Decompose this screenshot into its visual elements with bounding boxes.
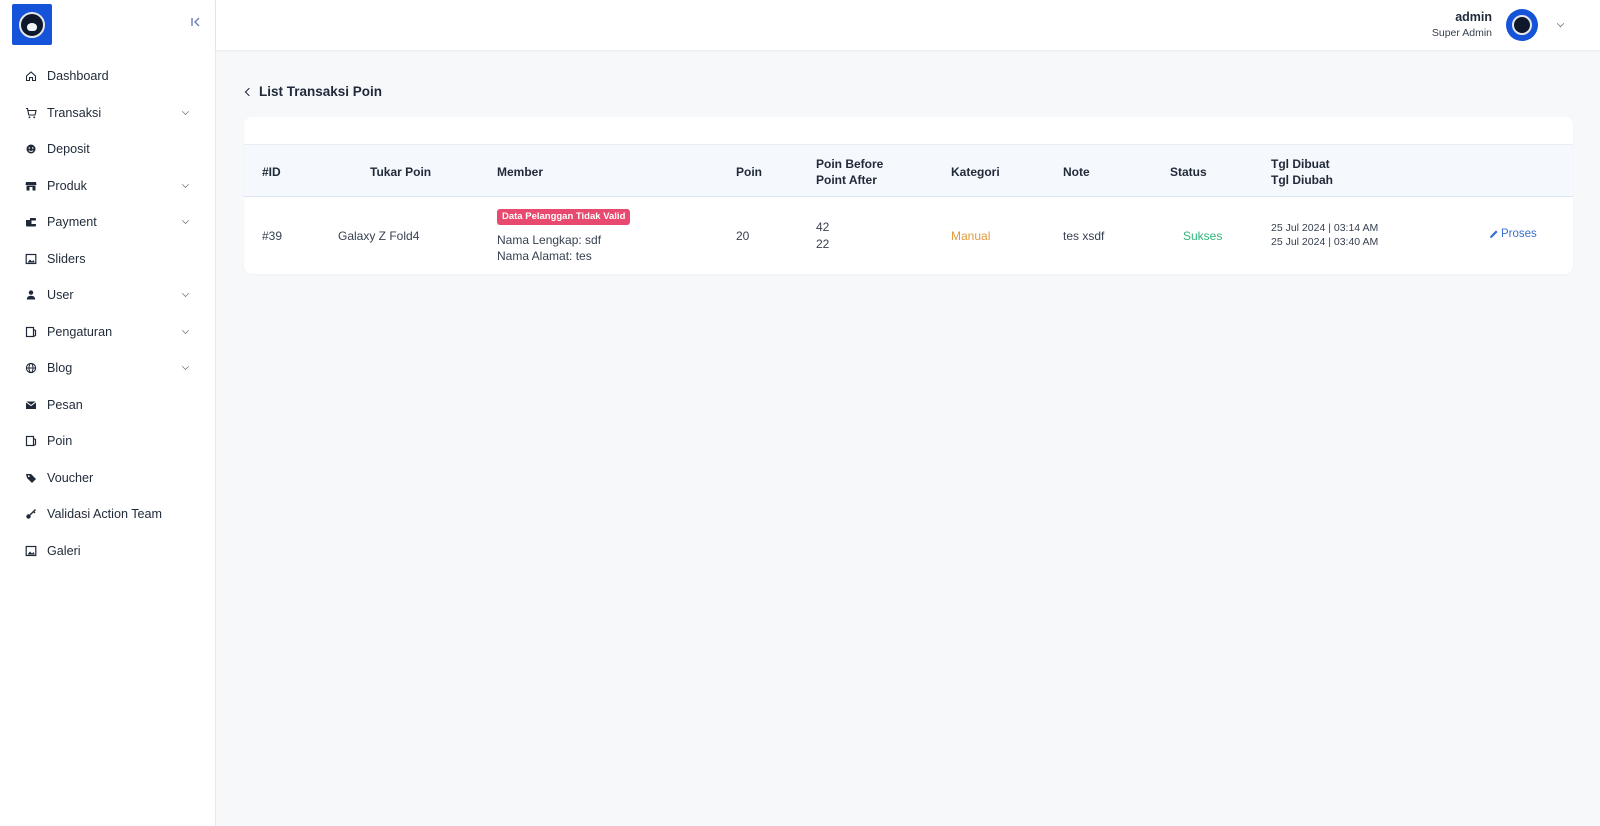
- wallet-icon: [24, 216, 37, 229]
- column-header-kategori: Kategori: [951, 165, 1000, 179]
- sidebar-item-label: Sliders: [47, 251, 86, 266]
- tag-icon: [24, 471, 37, 484]
- transactions-table: #ID Tukar Poin Member Poin Poin Before P…: [244, 117, 1573, 274]
- chevron-left-icon: [244, 87, 254, 97]
- sidebar-item-label: Galeri: [47, 543, 81, 558]
- sidebar-item-payment[interactable]: Payment: [0, 204, 216, 241]
- chevron-down-icon: [182, 217, 189, 225]
- cell-point-after: 22: [816, 237, 830, 251]
- column-header-id: #ID: [262, 165, 281, 179]
- key-icon: [24, 508, 37, 521]
- sidebar-item-label: Validasi Action Team: [47, 507, 163, 522]
- image-icon: [24, 252, 37, 265]
- sidebar-item-voucher[interactable]: Voucher: [0, 460, 216, 497]
- gallery-icon: [24, 544, 37, 557]
- chevron-down-icon: [182, 107, 189, 115]
- sidebar-item-produk[interactable]: Produk: [0, 168, 216, 205]
- chevron-down-icon: [182, 180, 189, 188]
- user-name: admin: [1455, 10, 1492, 24]
- chevron-down-icon: [182, 363, 189, 371]
- cell-poin-before: 42: [816, 220, 830, 234]
- column-header-poin-before: Poin Before: [816, 157, 884, 171]
- column-header-tgl-dibuat: Tgl Dibuat: [1271, 157, 1330, 171]
- sidebar-menu: Dashboard Transaksi Deposit Produk Payme…: [0, 58, 216, 569]
- back-link[interactable]: List Transaksi Poin: [244, 84, 383, 99]
- globe-icon: [24, 362, 37, 375]
- sidebar-item-label: Deposit: [47, 142, 90, 157]
- store-icon: [24, 179, 37, 192]
- sidebar-item-galeri[interactable]: Galeri: [0, 533, 216, 570]
- sidebar-item-label: Poin: [47, 434, 73, 449]
- cell-id: #39: [262, 229, 283, 243]
- user-role: Super Admin: [1431, 27, 1492, 39]
- sidebar-item-label: Pesan: [47, 397, 83, 412]
- sidebar: Dashboard Transaksi Deposit Produk Payme…: [0, 0, 216, 826]
- deposit-icon: [24, 143, 37, 156]
- cart-icon: [24, 106, 37, 119]
- proses-label: Proses: [1501, 228, 1537, 240]
- sidebar-item-validasi-action-team[interactable]: Validasi Action Team: [0, 496, 216, 533]
- column-header-note: Note: [1063, 165, 1090, 179]
- page-title: List Transaksi Poin: [259, 84, 383, 99]
- column-header-tgl-diubah: Tgl Diubah: [1271, 173, 1333, 187]
- chevron-down-icon: [182, 290, 189, 298]
- table-header: #ID Tukar Poin Member Poin Poin Before P…: [244, 144, 1573, 197]
- sidebar-item-poin[interactable]: Poin: [0, 423, 216, 460]
- cell-tukar-poin: Galaxy Z Fold4: [338, 229, 420, 243]
- person-icon: [24, 289, 37, 302]
- avatar-emblem-icon: [1512, 15, 1532, 35]
- sidebar-item-user[interactable]: User: [0, 277, 216, 314]
- status-badge: Data Pelanggan Tidak Valid: [497, 209, 631, 225]
- cell-nama-lengkap: Nama Lengkap: sdf: [497, 233, 602, 247]
- column-header-tukar-poin: Tukar Poin: [370, 165, 432, 179]
- sidebar-item-deposit[interactable]: Deposit: [0, 131, 216, 168]
- sidebar-item-label: Pengaturan: [47, 324, 113, 339]
- app-logo[interactable]: [12, 4, 52, 45]
- cell-note: tes xsdf: [1063, 229, 1105, 243]
- column-header-member: Member: [497, 165, 544, 179]
- sidebar-item-blog[interactable]: Blog: [0, 350, 216, 387]
- cell-nama-alamat: Nama Alamat: tes: [497, 249, 592, 263]
- cell-poin: 20: [736, 229, 750, 243]
- points-icon: [24, 435, 37, 448]
- sidebar-item-dashboard[interactable]: Dashboard: [0, 58, 216, 95]
- sidebar-item-label: Dashboard: [47, 69, 109, 84]
- cell-tgl-dibuat: 25 Jul 2024 | 03:14 AM: [1271, 222, 1379, 234]
- chevron-down-icon: [182, 326, 189, 334]
- cell-tgl-diubah: 25 Jul 2024 | 03:40 AM: [1271, 236, 1379, 248]
- sidebar-item-label: Transaksi: [47, 105, 102, 120]
- home-icon: [24, 70, 37, 83]
- sidebar-item-label: Blog: [47, 361, 73, 376]
- collapse-sidebar-icon[interactable]: [189, 16, 203, 32]
- sidebar-item-label: User: [47, 288, 74, 303]
- sidebar-item-label: Payment: [47, 215, 97, 230]
- proses-button[interactable]: Proses: [1489, 228, 1537, 240]
- mail-icon: [24, 398, 37, 411]
- user-menu-chevron-icon[interactable]: [1556, 19, 1565, 28]
- column-header-poin: Poin: [736, 165, 762, 179]
- logo-emblem-icon: [19, 11, 45, 38]
- column-header-status: Status: [1170, 165, 1207, 179]
- cell-kategori: Manual: [951, 229, 991, 243]
- sidebar-item-sliders[interactable]: Sliders: [0, 241, 216, 278]
- cell-status: Sukses: [1183, 229, 1223, 243]
- settings-panel-icon: [24, 325, 37, 338]
- sidebar-item-transaksi[interactable]: Transaksi: [0, 95, 216, 132]
- column-header-point-after: Point After: [816, 173, 877, 187]
- sidebar-item-pengaturan[interactable]: Pengaturan: [0, 314, 216, 351]
- avatar[interactable]: [1506, 9, 1538, 41]
- sidebar-item-label: Voucher: [47, 470, 94, 485]
- sidebar-item-label: Produk: [47, 178, 87, 193]
- sidebar-item-pesan[interactable]: Pesan: [0, 387, 216, 424]
- pencil-icon: [1489, 229, 1499, 239]
- topbar: admin Super Admin: [216, 0, 1600, 50]
